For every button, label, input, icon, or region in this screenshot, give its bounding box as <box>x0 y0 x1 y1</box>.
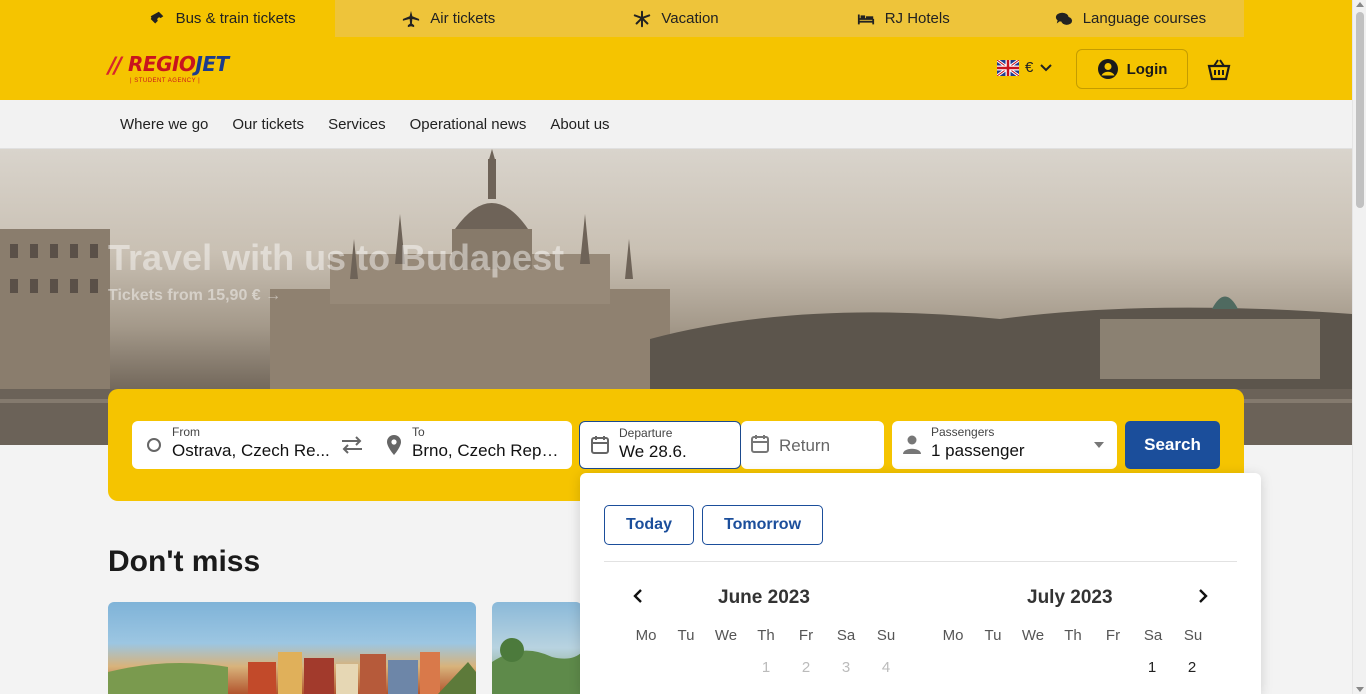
origin-circle-icon <box>147 438 161 452</box>
chevron-right-icon[interactable] <box>1196 589 1210 603</box>
weekday-label: Tu <box>984 627 1002 644</box>
main-nav: Where we go Our tickets Services Operati… <box>0 100 1352 149</box>
weekday-label: Fr <box>1105 627 1121 644</box>
weekday-label: Fr <box>798 627 814 644</box>
tab-label: Air tickets <box>430 10 496 27</box>
promo-card[interactable] <box>108 602 476 694</box>
bed-icon <box>857 14 874 24</box>
logo-subtitle: | STUDENT AGENCY | <box>130 78 201 84</box>
product-strip: Bus & train tickets Air tickets Vacation… <box>0 0 1352 37</box>
nav-operational-news[interactable]: Operational news <box>398 116 539 133</box>
promo-card-image <box>108 652 476 694</box>
tab-label: Bus & train tickets <box>175 10 296 27</box>
month-title-july: July 2023 <box>1027 587 1113 608</box>
nav-our-tickets[interactable]: Our tickets <box>220 116 316 133</box>
logo-word: REGIOJET <box>128 52 229 76</box>
tab-air[interactable]: Air tickets <box>335 0 563 37</box>
palm-tree-icon <box>634 10 651 27</box>
login-button[interactable]: Login <box>1076 49 1188 89</box>
weekday-label: We <box>714 627 738 644</box>
return-placeholder: Return <box>779 436 831 455</box>
section-title: Don't miss <box>108 545 261 578</box>
from-label: From <box>172 425 200 439</box>
regiojet-logo[interactable]: // REGIOJET | STUDENT AGENCY | <box>108 51 238 87</box>
logo-bars: // <box>108 54 122 79</box>
scroll-down-arrow-icon[interactable] <box>1356 687 1364 692</box>
passengers-label: Passengers <box>931 425 995 439</box>
scroll-up-arrow-icon[interactable] <box>1356 2 1364 7</box>
site-header: // REGIOJET | STUDENT AGENCY | € Login <box>0 37 1352 100</box>
user-circle-icon <box>1097 59 1118 79</box>
calendar-icon <box>751 435 769 453</box>
tab-bus-train[interactable]: Bus & train tickets <box>108 0 336 37</box>
weekday-label: Su <box>876 627 896 644</box>
tomorrow-button[interactable]: Tomorrow <box>702 505 823 545</box>
calendar-day: 4 <box>881 659 891 676</box>
page-scrollbar[interactable] <box>1352 0 1366 694</box>
calendar-day: 1 <box>761 659 771 676</box>
weekday-label: Mo <box>942 627 964 644</box>
to-value: Brno, Czech Repu... <box>412 441 564 460</box>
today-button[interactable]: Today <box>604 505 694 545</box>
weekday-label: Sa <box>1143 627 1163 644</box>
nav-services[interactable]: Services <box>316 116 398 133</box>
weekday-label: Su <box>1183 627 1203 644</box>
basket-icon[interactable] <box>1207 59 1231 81</box>
from-value: Ostrava, Czech Re... <box>172 441 330 460</box>
to-field[interactable]: To Brno, Czech Repu... <box>372 421 572 469</box>
passengers-field[interactable]: Passengers 1 passenger <box>892 421 1117 469</box>
month-title-june: June 2023 <box>718 587 810 608</box>
hero-title: Travel with us to Budapest <box>108 237 565 278</box>
hero-subtitle-link[interactable]: Tickets from 15,90 € → <box>108 287 281 305</box>
search-button[interactable]: Search <box>1125 421 1220 469</box>
chat-bubbles-icon <box>1055 12 1072 25</box>
ticket-icon <box>150 11 163 23</box>
divider <box>604 561 1237 562</box>
scroll-thumb[interactable] <box>1356 12 1364 208</box>
promo-card-image <box>492 638 582 694</box>
weekday-label: Th <box>757 627 775 644</box>
logo-jet: JET <box>195 52 229 76</box>
language-currency-selector[interactable]: € <box>997 59 1053 76</box>
departure-value: We 28.6. <box>619 442 687 461</box>
date-picker-popup: Today Tomorrow June 2023 July 2023 Mo Tu… <box>580 473 1261 694</box>
weekday-label: Tu <box>677 627 695 644</box>
chevron-down-icon <box>1040 63 1053 71</box>
calendar-day: 3 <box>841 659 851 676</box>
dropdown-caret-icon <box>1094 442 1104 448</box>
departure-label: Departure <box>619 426 673 440</box>
airplane-icon <box>403 10 420 27</box>
uk-flag-icon <box>997 59 1019 76</box>
login-label: Login <box>1126 60 1168 78</box>
passengers-value: 1 passenger <box>931 441 1025 460</box>
weekday-label: We <box>1021 627 1045 644</box>
tab-label: Language courses <box>1082 10 1207 27</box>
nav-about-us[interactable]: About us <box>538 116 621 133</box>
swap-icon[interactable] <box>340 436 364 454</box>
nav-where-we-go[interactable]: Where we go <box>108 116 220 133</box>
tab-vacation[interactable]: Vacation <box>562 0 790 37</box>
weekday-label: Th <box>1064 627 1082 644</box>
tab-language-courses[interactable]: Language courses <box>1016 0 1245 37</box>
from-field[interactable]: From Ostrava, Czech Re... <box>132 421 372 469</box>
calendar-icon <box>591 436 609 454</box>
weekday-label: Mo <box>635 627 657 644</box>
person-icon <box>903 435 921 454</box>
weekday-label: Sa <box>836 627 856 644</box>
logo-regio: REGIO <box>128 52 196 76</box>
calendar-day[interactable]: 1 <box>1132 659 1172 676</box>
calendar-day[interactable]: 2 <box>1172 659 1212 676</box>
departure-field[interactable]: Departure We 28.6. <box>579 421 741 469</box>
to-label: To <box>412 425 425 439</box>
tab-hotels[interactable]: RJ Hotels <box>789 0 1017 37</box>
tab-label: Vacation <box>661 10 719 27</box>
promo-card[interactable] <box>492 602 582 694</box>
chevron-left-icon[interactable] <box>631 589 645 603</box>
calendar-day: 2 <box>801 659 811 676</box>
location-pin-icon <box>387 435 401 455</box>
currency-label: € <box>1025 59 1034 76</box>
tab-label: RJ Hotels <box>884 10 950 27</box>
return-field[interactable]: Return <box>741 421 884 469</box>
